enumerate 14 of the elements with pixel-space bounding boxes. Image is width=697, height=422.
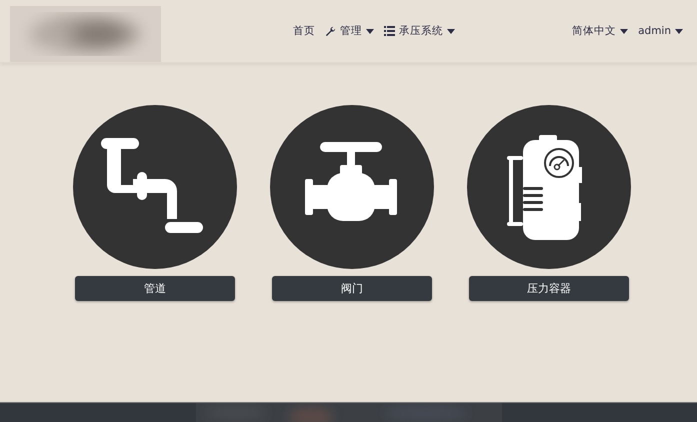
caret-icon <box>366 28 374 34</box>
category-button[interactable]: 阀门 <box>272 276 432 301</box>
list-icon <box>384 26 395 36</box>
category-button[interactable]: 管道 <box>75 276 235 301</box>
caret-icon <box>620 28 628 34</box>
caret-icon <box>447 28 455 34</box>
nav-link[interactable]: 首页 <box>293 24 315 38</box>
nav-link[interactable]: 简体中文 <box>572 24 628 38</box>
caret-icon <box>675 28 683 34</box>
nav-link[interactable]: admin <box>638 24 683 38</box>
nav-link[interactable]: 承压系统 <box>384 24 455 38</box>
category-button[interactable]: 压力容器 <box>469 276 629 301</box>
wrench-icon <box>325 26 336 36</box>
nav-link[interactable]: 管理 <box>325 24 374 38</box>
